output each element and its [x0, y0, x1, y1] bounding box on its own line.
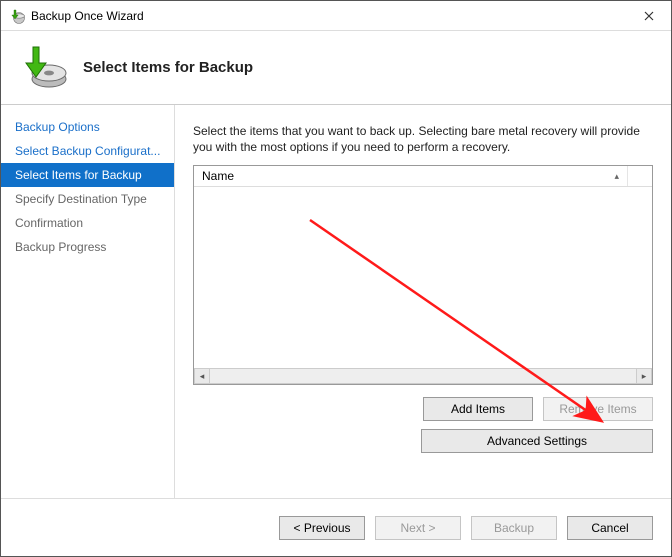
next-button: Next >: [375, 516, 461, 540]
remove-items-button: Remove Items: [543, 397, 653, 421]
wizard-footer: < Previous Next > Backup Cancel: [1, 498, 671, 556]
main-panel: Select the items that you want to back u…: [175, 105, 671, 498]
scroll-left-icon[interactable]: ◂: [194, 368, 210, 384]
step-backup-options[interactable]: Backup Options: [1, 115, 174, 139]
window-title: Backup Once Wizard: [31, 9, 627, 23]
titlebar: Backup Once Wizard: [1, 1, 671, 31]
wizard-header: Select Items for Backup: [1, 31, 671, 105]
horizontal-scrollbar[interactable]: ◂ ▸: [194, 368, 652, 384]
step-select-items-for-backup[interactable]: Select Items for Backup: [1, 163, 174, 187]
add-items-button[interactable]: Add Items: [423, 397, 533, 421]
items-listbox[interactable]: Name ▴ ◂ ▸: [193, 165, 653, 385]
scroll-track[interactable]: [210, 368, 636, 384]
previous-button[interactable]: < Previous: [279, 516, 365, 540]
cancel-button[interactable]: Cancel: [567, 516, 653, 540]
column-header-label: Name: [202, 169, 234, 183]
list-header: Name ▴: [194, 166, 652, 187]
column-header-spacer: [628, 166, 652, 186]
step-confirmation: Confirmation: [1, 211, 174, 235]
sort-asc-icon: ▴: [614, 171, 619, 182]
page-title: Select Items for Backup: [83, 59, 253, 76]
wizard-steps-sidebar: Backup Options Select Backup Configurat.…: [1, 105, 175, 498]
step-select-backup-configuration[interactable]: Select Backup Configurat...: [1, 139, 174, 163]
backup-button: Backup: [471, 516, 557, 540]
list-body[interactable]: [194, 187, 652, 368]
close-button[interactable]: [627, 1, 671, 31]
instruction-text: Select the items that you want to back u…: [193, 123, 653, 155]
backup-wizard-icon: [19, 43, 69, 93]
advanced-settings-button[interactable]: Advanced Settings: [421, 429, 653, 453]
scroll-right-icon[interactable]: ▸: [636, 368, 652, 384]
column-header-name[interactable]: Name ▴: [194, 166, 628, 186]
step-backup-progress: Backup Progress: [1, 235, 174, 259]
backup-app-icon: [9, 8, 25, 24]
step-specify-destination-type: Specify Destination Type: [1, 187, 174, 211]
